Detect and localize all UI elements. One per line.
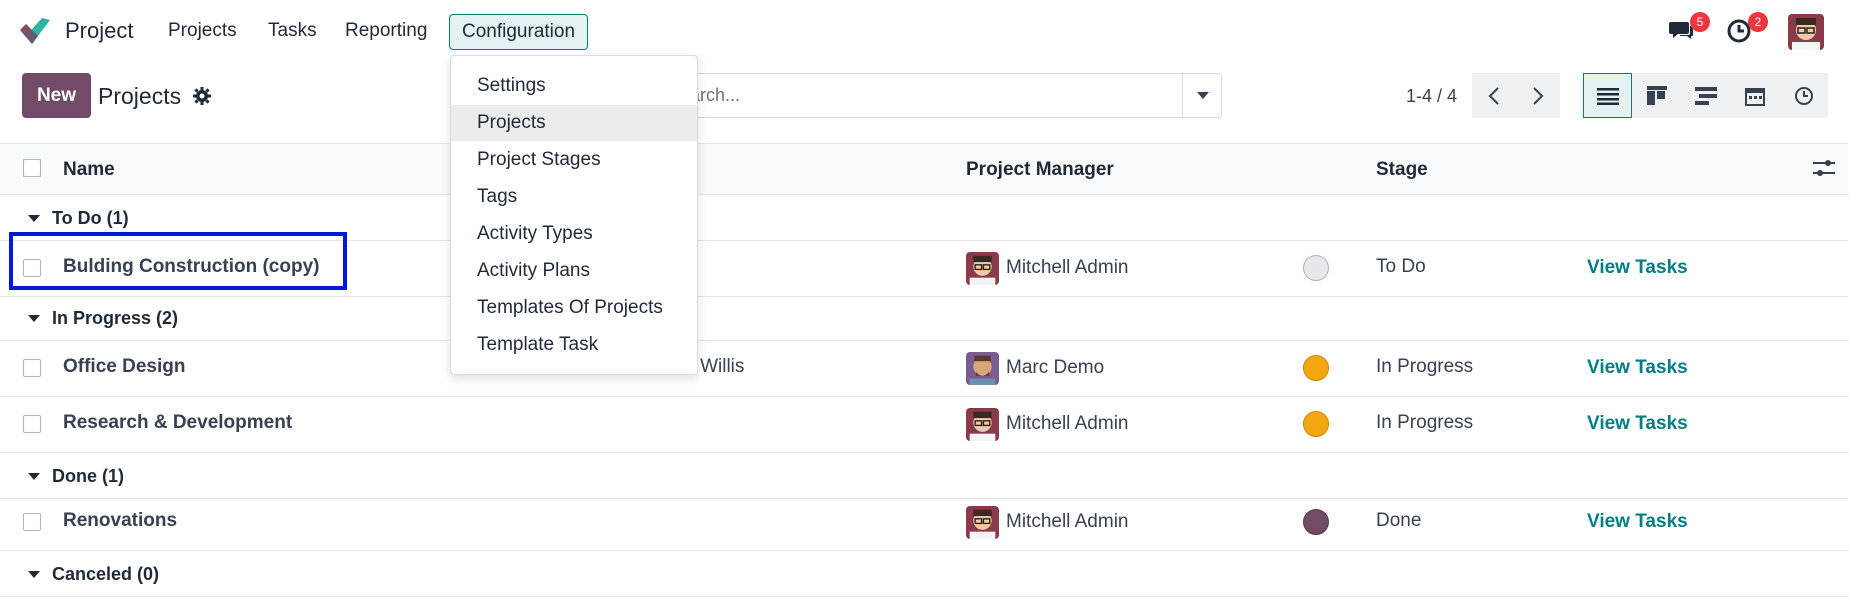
stage-value: To Do bbox=[1376, 256, 1426, 277]
pager-next-button[interactable] bbox=[1516, 73, 1560, 118]
group-row-done[interactable]: Done (1) bbox=[0, 453, 1849, 499]
view-tasks-button[interactable]: View Tasks bbox=[1587, 413, 1688, 435]
column-header-name[interactable]: Name bbox=[63, 159, 115, 181]
group-label: Canceled (0) bbox=[52, 564, 160, 584]
menu-tasks[interactable]: Tasks bbox=[268, 20, 317, 42]
configuration-dropdown-menu: Settings Projects Project Stages Tags Ac… bbox=[450, 55, 698, 375]
caret-down-icon bbox=[28, 315, 40, 322]
messages-button[interactable]: 5 bbox=[1668, 12, 1710, 48]
caret-down-icon bbox=[1196, 91, 1209, 99]
calendar-icon bbox=[1744, 87, 1765, 106]
group-label: To Do (1) bbox=[52, 208, 129, 228]
dropdown-item-template-task[interactable]: Template Task bbox=[451, 327, 697, 363]
avatar-icon bbox=[966, 408, 999, 441]
caret-down-icon bbox=[28, 473, 40, 480]
project-manager-name: Mitchell Admin bbox=[1006, 511, 1129, 532]
caret-down-icon bbox=[28, 215, 40, 222]
avatar bbox=[966, 506, 999, 539]
status-indicator[interactable] bbox=[1303, 509, 1329, 535]
row-checkbox[interactable] bbox=[23, 359, 41, 377]
avatar bbox=[966, 352, 999, 385]
gantt-icon bbox=[1694, 86, 1717, 105]
activities-button[interactable]: 2 bbox=[1726, 12, 1768, 48]
table-row[interactable]: Office Design el Willis Marc Demo In Pro… bbox=[0, 341, 1849, 397]
search-options-toggle[interactable] bbox=[1182, 73, 1222, 118]
view-tasks-button[interactable]: View Tasks bbox=[1587, 257, 1688, 279]
avatar-icon bbox=[966, 352, 999, 385]
caret-down-icon bbox=[28, 571, 40, 578]
menu-configuration[interactable]: Configuration bbox=[449, 14, 589, 50]
row-checkbox[interactable] bbox=[23, 415, 41, 433]
group-label: In Progress (2) bbox=[52, 308, 179, 328]
avatar bbox=[966, 408, 999, 441]
table-header bbox=[0, 143, 1849, 195]
view-tasks-button[interactable]: View Tasks bbox=[1587, 511, 1688, 533]
stage-value: In Progress bbox=[1376, 356, 1474, 377]
app-logo-icon[interactable] bbox=[18, 16, 52, 46]
project-name[interactable]: Office Design bbox=[63, 356, 185, 378]
pager-value[interactable]: 1-4 / 4 bbox=[1406, 86, 1457, 107]
avatar-icon bbox=[966, 252, 999, 285]
activities-badge: 2 bbox=[1748, 12, 1768, 32]
menu-reporting[interactable]: Reporting bbox=[345, 20, 427, 42]
column-header-project-manager[interactable]: Project Manager bbox=[966, 159, 1114, 181]
user-avatar[interactable] bbox=[1788, 14, 1824, 50]
chevron-left-icon bbox=[1488, 86, 1499, 105]
project-manager-name: Marc Demo bbox=[1006, 357, 1105, 378]
stage-value: Done bbox=[1376, 510, 1422, 531]
messages-badge: 5 bbox=[1690, 12, 1710, 32]
project-manager-name: Mitchell Admin bbox=[1006, 257, 1129, 278]
dropdown-item-projects[interactable]: Projects bbox=[451, 105, 697, 141]
new-button[interactable]: New bbox=[22, 73, 91, 118]
project-name[interactable]: Renovations bbox=[63, 510, 177, 532]
group-label: Done (1) bbox=[52, 466, 124, 486]
dropdown-item-tags[interactable]: Tags bbox=[451, 179, 697, 215]
dropdown-item-project-stages[interactable]: Project Stages bbox=[451, 142, 697, 178]
menu-projects[interactable]: Projects bbox=[168, 20, 237, 42]
user-avatar-icon bbox=[1788, 14, 1824, 50]
table-row[interactable]: Renovations Mitchell Admin Done View Tas… bbox=[0, 495, 1849, 551]
list-view-button[interactable] bbox=[1583, 73, 1632, 118]
chevron-right-icon bbox=[1533, 86, 1544, 105]
project-manager-name: Mitchell Admin bbox=[1006, 413, 1129, 434]
highlight-box bbox=[9, 232, 347, 290]
clock-icon bbox=[1794, 86, 1813, 105]
status-indicator[interactable] bbox=[1303, 355, 1329, 381]
dropdown-item-activity-plans[interactable]: Activity Plans bbox=[451, 253, 697, 289]
activity-view-button[interactable] bbox=[1779, 73, 1828, 118]
gantt-view-button[interactable] bbox=[1681, 73, 1730, 118]
dropdown-item-settings[interactable]: Settings bbox=[451, 68, 697, 104]
page-title: Projects bbox=[98, 83, 182, 109]
optional-columns-icon[interactable] bbox=[1813, 158, 1835, 178]
kanban-icon bbox=[1646, 85, 1667, 105]
project-name[interactable]: Research & Development bbox=[63, 412, 292, 434]
view-tasks-button[interactable]: View Tasks bbox=[1587, 357, 1688, 379]
column-header-stage[interactable]: Stage bbox=[1376, 159, 1428, 181]
group-row-in-progress[interactable]: In Progress (2) bbox=[0, 295, 1849, 341]
avatar-icon bbox=[966, 506, 999, 539]
pager-previous-button[interactable] bbox=[1472, 73, 1516, 118]
calendar-view-button[interactable] bbox=[1730, 73, 1779, 118]
stage-value: In Progress bbox=[1376, 412, 1474, 433]
dropdown-item-templates-of-projects[interactable]: Templates Of Projects bbox=[451, 290, 697, 326]
dropdown-item-activity-types[interactable]: Activity Types bbox=[451, 216, 697, 252]
list-icon bbox=[1596, 87, 1619, 105]
row-checkbox[interactable] bbox=[23, 513, 41, 531]
gear-icon[interactable] bbox=[192, 86, 212, 106]
status-indicator[interactable] bbox=[1303, 411, 1329, 437]
kanban-view-button[interactable] bbox=[1632, 73, 1681, 118]
avatar bbox=[966, 252, 999, 285]
top-navbar: Project Projects Tasks Reporting Configu… bbox=[0, 0, 1849, 62]
search-input[interactable] bbox=[690, 73, 1222, 118]
select-all-checkbox[interactable] bbox=[23, 159, 41, 177]
group-row-canceled[interactable]: Canceled (0) bbox=[0, 551, 1849, 597]
table-row[interactable]: Research & Development Mitchell Admin In… bbox=[0, 397, 1849, 453]
status-indicator[interactable] bbox=[1303, 255, 1329, 281]
app-name[interactable]: Project bbox=[65, 18, 133, 44]
